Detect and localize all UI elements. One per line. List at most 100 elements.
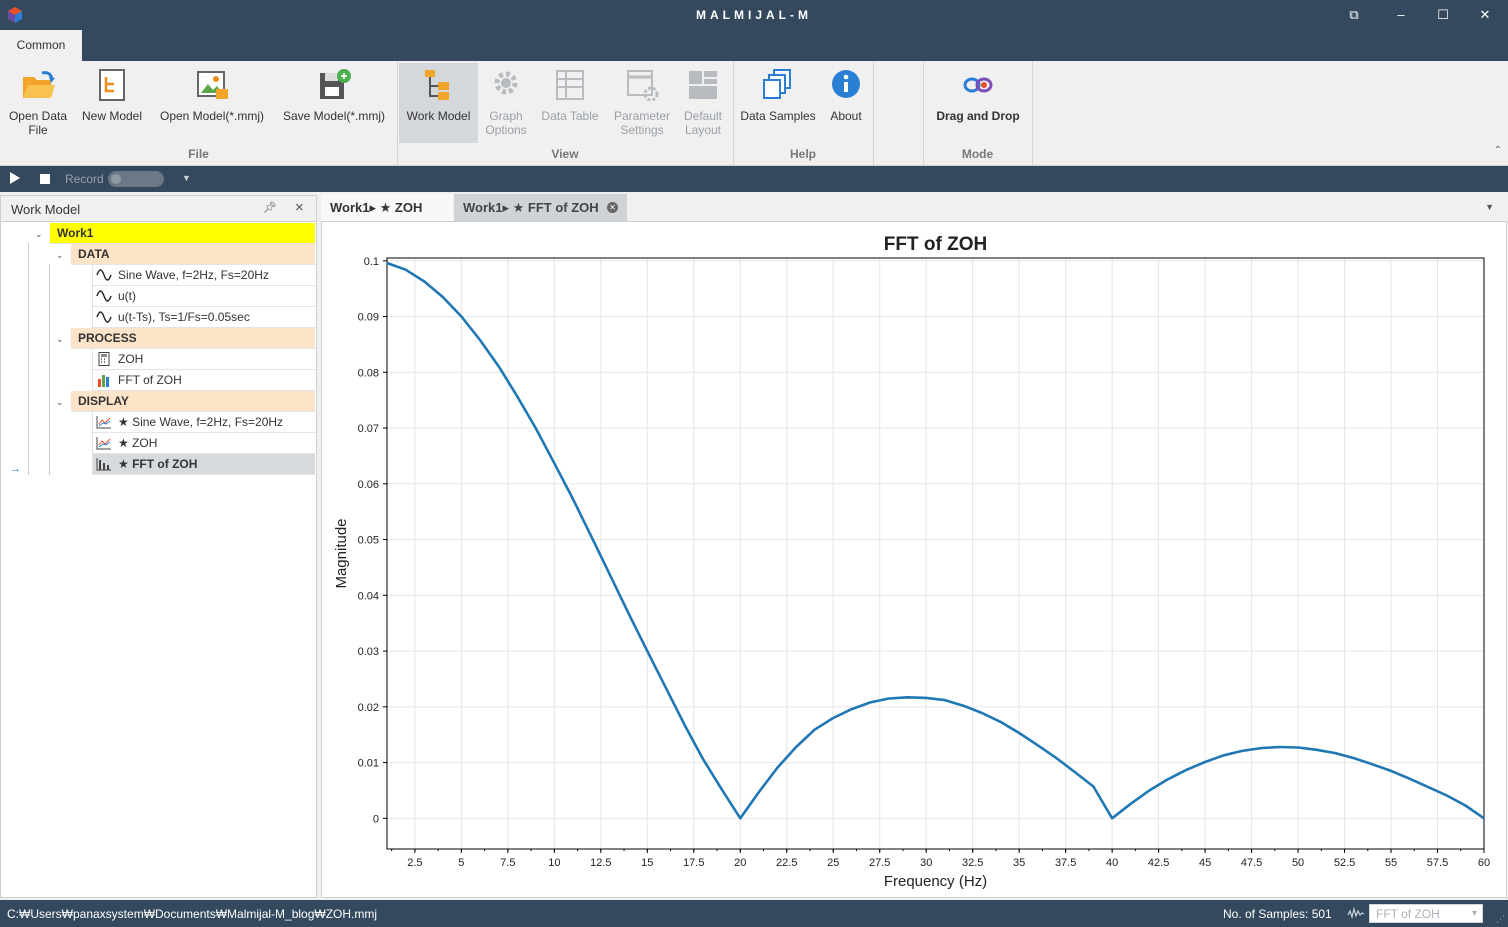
sine-wave-icon: [96, 269, 112, 281]
fft-chart[interactable]: 2.5 5 7.5 10 12.5 15 17.5 20 22.5 25 27.5 30 32.5 35 3…: [322, 222, 1506, 897]
new-model-button[interactable]: New Model: [78, 63, 146, 141]
save-model-label: Save Model(*.mmj): [282, 109, 386, 123]
about-button[interactable]: About: [824, 63, 868, 141]
resize-grip-icon[interactable]: ⋰: [1496, 914, 1505, 925]
sample-count: No. of Samples: 501: [1223, 907, 1332, 921]
tree-group-process[interactable]: PROCESS: [71, 328, 315, 349]
waveform-icon: [1347, 907, 1365, 919]
tree-item-label: u(t): [118, 289, 136, 303]
x-tick-label: 45: [1199, 857, 1211, 869]
x-tick-label: 42.5: [1148, 857, 1169, 869]
work-model-label: Work Model: [406, 109, 471, 123]
parameter-settings-icon: [627, 70, 659, 102]
chevron-down-icon[interactable]: ⌄: [56, 334, 64, 345]
doc-tab-zoh[interactable]: Work1▸ ★ ZOH: [321, 194, 453, 221]
graph-options-button[interactable]: Graph Options: [480, 63, 532, 141]
tree-item-u-t[interactable]: u(t): [92, 286, 315, 307]
close-icon[interactable]: ×: [295, 199, 304, 216]
tree-item-label: ★ FFT of ZOH: [118, 457, 198, 471]
tree-group-data[interactable]: DATA: [71, 244, 315, 265]
work-model-button[interactable]: Work Model: [399, 63, 478, 143]
drag-and-drop-button[interactable]: Drag and Drop: [928, 63, 1028, 141]
tab-common[interactable]: Common: [0, 30, 82, 61]
ribbon-collapse-icon[interactable]: ⌃: [1494, 145, 1502, 156]
column-chart-icon: [96, 458, 111, 471]
group-separator: [873, 61, 874, 165]
parameter-settings-button[interactable]: Parameter Settings: [610, 63, 674, 141]
save-model-button[interactable]: Save Model(*.mmj): [278, 63, 390, 141]
minimize-button[interactable]: –: [1390, 4, 1412, 26]
default-layout-button[interactable]: Default Layout: [678, 63, 728, 141]
restore-layout-icon[interactable]: ⧉: [1343, 4, 1365, 26]
x-tick-label: 20: [734, 857, 746, 869]
x-tick-label: 60: [1478, 857, 1490, 869]
tree-item-zoh[interactable]: ZOH: [92, 349, 315, 370]
x-axis-label: Frequency (Hz): [884, 873, 987, 890]
title-bar: MALMIJAL-M ⧉ – ☐ ✕: [0, 0, 1508, 30]
stop-icon[interactable]: [40, 174, 50, 184]
tree-guide-line: [28, 243, 29, 475]
record-toolbar: Record ▼: [0, 166, 1508, 192]
tree-item-label: Sine Wave, f=2Hz, Fs=20Hz: [118, 268, 269, 282]
drag-and-drop-label: Drag and Drop: [936, 109, 1020, 123]
close-window-button[interactable]: ✕: [1474, 4, 1496, 26]
record-options-chevron-icon[interactable]: ▼: [182, 173, 191, 183]
drag-and-drop-icon: [963, 77, 993, 93]
group-separator: [1032, 61, 1033, 165]
chart-panel: 2.5 5 7.5 10 12.5 15 17.5 20 22.5 25 27.5 30 32.5 35 3…: [321, 221, 1507, 898]
x-tick-label: 55: [1385, 857, 1397, 869]
doc-tab-label: Work1▸ ★ FFT of ZOH: [463, 200, 599, 215]
record-toggle[interactable]: [108, 171, 164, 187]
tree-item-display-zoh[interactable]: ★ ZOH: [92, 433, 315, 454]
x-tick-label: 47.5: [1241, 857, 1262, 869]
tree-item-display-fft-of-zoh[interactable]: ★ FFT of ZOH: [92, 454, 315, 475]
group-label-view: View: [551, 147, 579, 161]
tree-item-label: ZOH: [118, 352, 144, 366]
open-data-file-button[interactable]: Open Data File: [4, 63, 72, 141]
y-tick-label: 0.05: [358, 535, 379, 547]
line-chart-icon: [96, 416, 111, 429]
x-tick-label: 35: [1013, 857, 1025, 869]
tree-item-label: ★ Sine Wave, f=2Hz, Fs=20Hz: [118, 415, 284, 429]
tree-item-display-sine-wave[interactable]: ★ Sine Wave, f=2Hz, Fs=20Hz: [92, 412, 315, 433]
doc-tab-fft-of-zoh[interactable]: Work1▸ ★ FFT of ZOH ✕: [454, 194, 627, 221]
file-path: C:₩Users₩panaxsystem₩Documents₩Malmijal-…: [7, 907, 378, 921]
x-tick-label: 12.5: [590, 857, 611, 869]
tree-item-label: u(t-Ts), Ts=1/Fs=0.05sec: [118, 310, 250, 324]
data-table-button[interactable]: Data Table: [538, 63, 602, 141]
open-model-button[interactable]: Open Model(*.mmj): [154, 63, 270, 141]
tab-close-icon[interactable]: ✕: [607, 202, 618, 213]
group-label-help: Help: [789, 147, 816, 161]
chevron-down-icon[interactable]: ⌄: [35, 229, 43, 240]
info-icon: [832, 70, 860, 98]
tree-item-fft-of-zoh[interactable]: FFT of ZOH: [92, 370, 315, 391]
tab-list-chevron-icon[interactable]: ▼: [1485, 202, 1494, 212]
chevron-down-icon[interactable]: ⌄: [56, 397, 64, 408]
parameter-settings-label: Parameter Settings: [613, 109, 671, 137]
calculator-icon: [98, 352, 110, 366]
x-tick-label: 10: [548, 857, 560, 869]
x-tick-label: 37.5: [1055, 857, 1076, 869]
chevron-down-icon[interactable]: ⌄: [56, 250, 64, 261]
open-data-file-label: Open Data File: [8, 109, 68, 137]
tree-guide-line: [49, 264, 50, 475]
tree-group-display[interactable]: DISPLAY: [71, 391, 315, 412]
tree-item-sine-wave[interactable]: Sine Wave, f=2Hz, Fs=20Hz: [92, 265, 315, 286]
y-tick-label: 0.09: [358, 312, 379, 324]
data-samples-button[interactable]: Data Samples: [738, 63, 818, 141]
y-tick-label: 0: [373, 813, 379, 825]
y-tick-label: 0.01: [358, 758, 379, 770]
tree-root-work1[interactable]: Work1: [50, 223, 315, 244]
tree-item-u-t-ts[interactable]: u(t-Ts), Ts=1/Fs=0.05sec: [92, 307, 315, 328]
play-icon[interactable]: [10, 172, 20, 184]
x-tick-label: 30: [920, 857, 932, 869]
pin-icon[interactable]: 📌︎: [263, 201, 277, 214]
tree-group-label: DISPLAY: [78, 394, 129, 408]
maximize-button[interactable]: ☐: [1432, 4, 1454, 26]
new-model-icon: [99, 69, 125, 101]
y-tick-label: 0.07: [358, 423, 379, 435]
display-selector[interactable]: FFT of ZOH: [1369, 904, 1483, 923]
tree-item-label: FFT of ZOH: [118, 373, 182, 387]
x-tick-label: 27.5: [869, 857, 890, 869]
y-axis-label: Magnitude: [333, 518, 350, 588]
